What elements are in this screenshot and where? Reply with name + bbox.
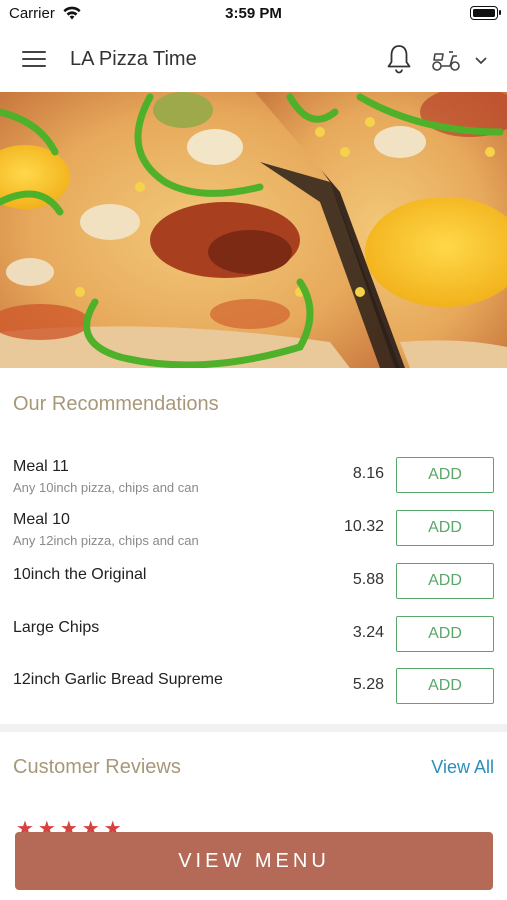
item-name: Large Chips bbox=[13, 619, 100, 636]
view-menu-button[interactable]: VIEW MENU bbox=[15, 832, 493, 890]
rating-stars: ★★★★★ bbox=[16, 818, 126, 832]
item-name: 12inch Garlic Bread Supreme bbox=[13, 671, 223, 688]
section-divider bbox=[0, 724, 507, 732]
item-description: Any 12inch pizza, chips and can bbox=[13, 533, 199, 548]
item-name: Meal 10 bbox=[13, 511, 70, 528]
chevron-down-icon bbox=[475, 57, 487, 65]
item-price: 3.24 bbox=[352, 624, 384, 641]
item-name: 10inch the Original bbox=[13, 566, 147, 583]
menu-item: Large Chips 3.24 ADD bbox=[0, 616, 507, 665]
add-button[interactable]: ADD bbox=[396, 510, 494, 546]
item-price: 8.16 bbox=[352, 465, 384, 482]
add-button[interactable]: ADD bbox=[396, 668, 494, 704]
delivery-mode-selector[interactable] bbox=[430, 46, 490, 74]
item-price: 5.88 bbox=[352, 571, 384, 588]
app-header: LA Pizza Time bbox=[0, 28, 507, 92]
scooter-icon bbox=[432, 51, 460, 71]
add-button[interactable]: ADD bbox=[396, 457, 494, 493]
menu-item: Meal 10 Any 12inch pizza, chips and can … bbox=[0, 510, 507, 559]
battery-icon bbox=[470, 6, 501, 20]
item-name: Meal 11 bbox=[13, 458, 69, 475]
menu-item: 12inch Garlic Bread Supreme 5.28 ADD bbox=[0, 668, 507, 717]
add-button[interactable]: ADD bbox=[396, 616, 494, 652]
menu-item: 10inch the Original 5.88 ADD bbox=[0, 563, 507, 612]
item-price: 5.28 bbox=[352, 676, 384, 693]
menu-item: Meal 11 Any 10inch pizza, chips and can … bbox=[0, 457, 507, 506]
bell-icon[interactable] bbox=[385, 43, 413, 75]
hero-pizza-image bbox=[0, 92, 507, 368]
menu-icon[interactable] bbox=[22, 48, 48, 70]
add-button[interactable]: ADD bbox=[396, 563, 494, 599]
status-bar: Carrier 3:59 PM bbox=[0, 0, 507, 28]
item-price: 10.32 bbox=[343, 518, 384, 535]
item-description: Any 10inch pizza, chips and can bbox=[13, 480, 199, 495]
status-time: 3:59 PM bbox=[225, 5, 282, 22]
app-title: LA Pizza Time bbox=[70, 48, 197, 70]
view-all-link[interactable]: View All bbox=[431, 757, 494, 778]
recommendations-title: Our Recommendations bbox=[13, 393, 219, 415]
reviews-title: Customer Reviews bbox=[13, 756, 181, 778]
review-card-peek: ★★★★★ bbox=[0, 812, 507, 832]
